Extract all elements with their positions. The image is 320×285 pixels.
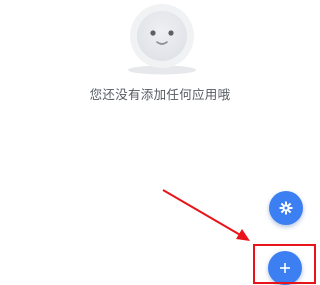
gear-icon [279,201,293,215]
empty-state-face-icon [128,4,196,75]
empty-state-message: 您还没有添加任何应用哦 [89,87,231,102]
highlight-box [253,244,316,284]
settings-button[interactable] [269,191,303,225]
